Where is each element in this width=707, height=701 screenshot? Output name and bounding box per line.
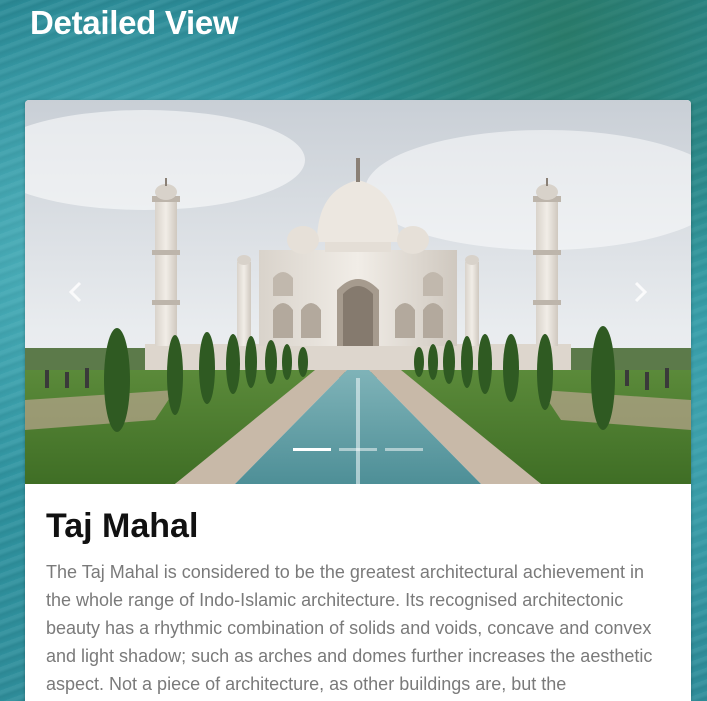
- carousel-indicator-3[interactable]: [385, 448, 423, 451]
- detail-card: Taj Mahal The Taj Mahal is considered to…: [25, 100, 691, 701]
- carousel-indicator-2[interactable]: [339, 448, 377, 451]
- carousel-indicator-1[interactable]: [293, 448, 331, 451]
- carousel-slide-image: [25, 100, 691, 484]
- carousel-prev-button[interactable]: [55, 270, 95, 314]
- chevron-right-icon: [634, 281, 648, 303]
- carousel-next-button[interactable]: [621, 270, 661, 314]
- card-description: The Taj Mahal is considered to be the gr…: [46, 562, 653, 694]
- image-carousel[interactable]: [25, 100, 691, 484]
- page-background: Detailed View Taj Mahal The Taj Mahal is…: [0, 0, 707, 701]
- card-title: Taj Mahal: [46, 507, 199, 545]
- card-body: Taj Mahal The Taj Mahal is considered to…: [25, 506, 691, 698]
- chevron-left-icon: [68, 281, 82, 303]
- page-title: Detailed View: [30, 4, 239, 41]
- carousel-indicators: [25, 448, 691, 451]
